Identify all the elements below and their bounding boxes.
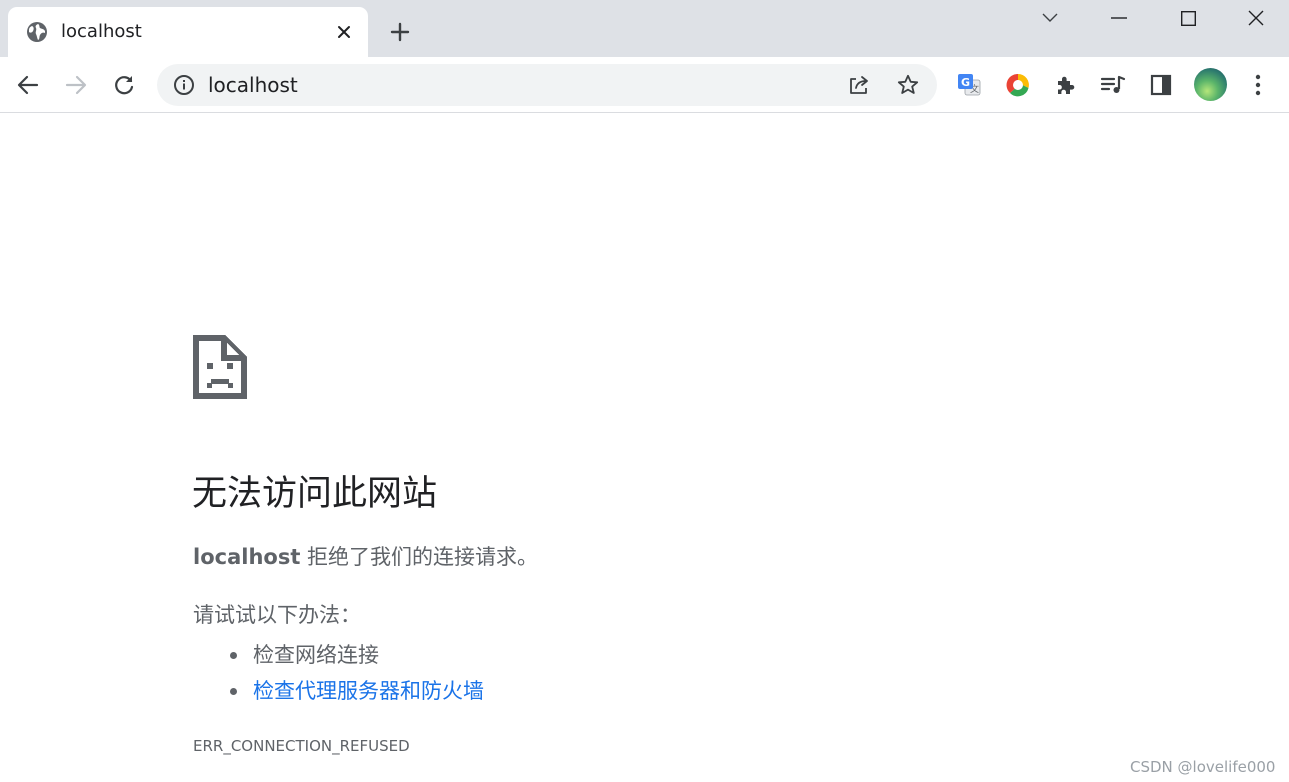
info-icon[interactable] bbox=[173, 74, 195, 96]
tab-localhost[interactable]: localhost bbox=[8, 7, 368, 57]
forward-arrow-icon[interactable] bbox=[60, 69, 92, 101]
url-text[interactable]: localhost bbox=[208, 73, 298, 97]
maximize-icon[interactable] bbox=[1155, 0, 1221, 36]
chrome-ring-icon[interactable] bbox=[1002, 69, 1034, 101]
toolbar: localhost 文 G bbox=[0, 57, 1289, 113]
svg-text:G: G bbox=[961, 76, 970, 89]
plus-icon[interactable] bbox=[386, 18, 414, 46]
suggestion-item: 检查网络连接 bbox=[193, 637, 484, 673]
reload-icon[interactable] bbox=[108, 69, 140, 101]
tab-strip: localhost bbox=[0, 0, 1289, 57]
error-description: localhost 拒绝了我们的连接请求。 bbox=[193, 543, 538, 571]
suggestion-list: 检查网络连接 检查代理服务器和防火墙 bbox=[193, 637, 484, 709]
chevron-down-icon[interactable] bbox=[1017, 0, 1083, 36]
media-queue-icon[interactable] bbox=[1097, 69, 1129, 101]
side-panel-icon[interactable] bbox=[1145, 69, 1177, 101]
suggestion-item: 检查代理服务器和防火墙 bbox=[193, 673, 484, 709]
google-translate-icon[interactable]: 文 G bbox=[953, 69, 985, 101]
globe-icon bbox=[26, 21, 48, 43]
watermark: CSDN @lovelife000 bbox=[1130, 758, 1276, 776]
error-title: 无法访问此网站 bbox=[192, 474, 438, 514]
avatar[interactable] bbox=[1194, 68, 1227, 101]
error-code: ERR_CONNECTION_REFUSED bbox=[193, 737, 410, 755]
puzzle-icon[interactable] bbox=[1050, 69, 1082, 101]
star-icon[interactable] bbox=[896, 73, 920, 97]
error-message: 拒绝了我们的连接请求。 bbox=[300, 545, 539, 569]
try-label: 请试试以下办法： bbox=[193, 603, 361, 627]
address-bar[interactable]: localhost bbox=[157, 64, 937, 106]
suggestion-check-proxy-link[interactable]: 检查代理服务器和防火墙 bbox=[253, 679, 484, 703]
share-icon[interactable] bbox=[847, 73, 871, 97]
close-icon[interactable] bbox=[1223, 0, 1289, 36]
close-icon[interactable] bbox=[332, 20, 356, 44]
tab-title: localhost bbox=[61, 21, 142, 42]
error-host: localhost bbox=[193, 545, 301, 569]
kebab-menu-icon[interactable] bbox=[1242, 69, 1274, 101]
suggestion-check-network: 检查网络连接 bbox=[253, 643, 379, 667]
back-arrow-icon[interactable] bbox=[12, 69, 44, 101]
sad-page-icon bbox=[193, 335, 247, 399]
minimize-icon[interactable] bbox=[1086, 0, 1152, 36]
